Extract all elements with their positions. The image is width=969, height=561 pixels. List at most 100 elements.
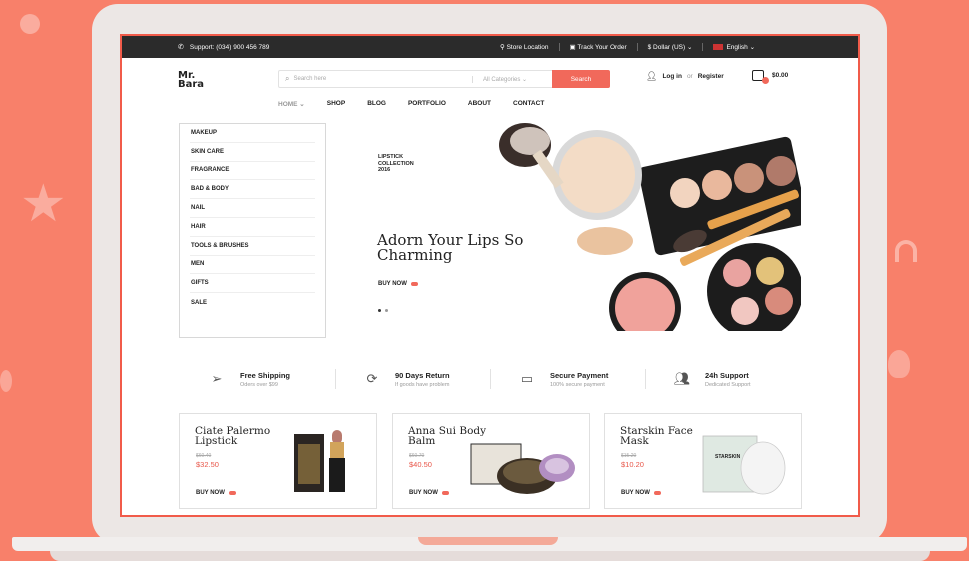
old-price: $60.40 bbox=[196, 453, 212, 459]
buy-now-label: BUY NOW bbox=[621, 490, 650, 496]
feature-sub: Dedicated Support bbox=[705, 381, 751, 388]
currency-label: $ Dollar (US) bbox=[647, 44, 686, 51]
category-item[interactable]: MEN bbox=[190, 256, 315, 275]
category-item[interactable]: SKIN CARE bbox=[190, 143, 315, 162]
nav-about[interactable]: ABOUT bbox=[468, 100, 491, 108]
slider-dot[interactable] bbox=[385, 309, 388, 312]
body-balm-image bbox=[470, 443, 575, 494]
support-phone[interactable]: Support: (034) 900 456 789 bbox=[190, 44, 270, 51]
feature-free-shipping: ➢ Free Shipping Oders over $99 bbox=[180, 364, 335, 394]
search-input[interactable]: Search here bbox=[293, 76, 472, 82]
login-link[interactable]: Log in bbox=[662, 73, 682, 80]
cart-total: $0.00 bbox=[772, 72, 789, 79]
product-price: $10.20 bbox=[621, 460, 644, 469]
arrow-pill-icon bbox=[410, 282, 418, 286]
feature-support: 👥︎ 24h Support Dedicated Support bbox=[645, 364, 800, 394]
store-location-link[interactable]: ⚲ Store Location bbox=[500, 43, 549, 51]
site-logo[interactable]: Mr. Bara bbox=[178, 71, 205, 90]
product-title-line: Lipstick bbox=[195, 435, 238, 447]
or-label: or bbox=[686, 73, 693, 80]
buy-now-label: BUY NOW bbox=[409, 490, 438, 496]
category-sidebar: MAKEUP SKIN CARE FRAGRANCE BAD & BODY NA… bbox=[179, 123, 326, 338]
buy-now-button[interactable]: BUY NOW bbox=[196, 490, 236, 496]
cart-button[interactable]: $0.00 bbox=[752, 70, 789, 84]
refresh-icon: ⟳ bbox=[366, 371, 378, 386]
nav-contact[interactable]: CONTACT bbox=[513, 100, 544, 108]
shopping-bag-icon bbox=[752, 70, 769, 84]
store-location-label: Store Location bbox=[506, 44, 549, 51]
register-link[interactable]: Register bbox=[698, 73, 724, 80]
old-price: $60.70 bbox=[409, 453, 425, 459]
top-bar: ✆ Support: (034) 900 456 789 ⚲ Store Loc… bbox=[122, 36, 858, 58]
hero-small-line: 2016 bbox=[378, 167, 391, 173]
feature-returns: ⟳ 90 Days Return If goods have problem bbox=[335, 364, 490, 394]
product-price: $32.50 bbox=[196, 460, 219, 469]
bg-arch bbox=[895, 240, 917, 262]
phone-icon: ✆ bbox=[178, 44, 184, 51]
track-order-link[interactable]: ▣ Track Your Order bbox=[570, 43, 627, 51]
features-strip: ➢ Free Shipping Oders over $99 ⟳ 90 Days … bbox=[180, 364, 800, 394]
cart-count-badge bbox=[762, 77, 769, 84]
bg-dot bbox=[20, 14, 40, 34]
mask-brand-label: STARSKIN bbox=[715, 454, 741, 460]
chevron-down-icon: ⌄ bbox=[687, 44, 693, 51]
slider-dot[interactable] bbox=[378, 309, 381, 312]
category-item[interactable]: TOOLS & BRUSHES bbox=[190, 237, 315, 256]
hero-collection-label: LIPSTICK COLLECTION 2016 bbox=[378, 154, 438, 174]
category-item[interactable]: GIFTS bbox=[190, 274, 315, 294]
nav-portfolio[interactable]: PORTFOLIO bbox=[408, 100, 446, 108]
nav-shop[interactable]: SHOP bbox=[327, 100, 345, 108]
product-card[interactable]: Starskin Face Mask $15.20 $10.20 BUY NOW … bbox=[604, 413, 802, 509]
arrow-pill-icon bbox=[653, 491, 661, 495]
feature-title: Secure Payment bbox=[550, 370, 609, 380]
nav-home-label: HOME bbox=[278, 101, 298, 108]
users-icon: 👥︎ bbox=[673, 371, 691, 386]
old-price: $15.20 bbox=[621, 453, 637, 459]
bg-blob bbox=[888, 350, 910, 378]
nav-home[interactable]: HOME ⌄ bbox=[278, 100, 305, 108]
chevron-down-icon: ⌄ bbox=[749, 44, 756, 51]
paper-plane-icon: ➢ bbox=[211, 371, 223, 386]
product-card[interactable]: Ciate Palermo Lipstick $60.40 $32.50 BUY … bbox=[179, 413, 377, 509]
product-price: $40.50 bbox=[409, 460, 432, 469]
category-item[interactable]: MAKEUP bbox=[190, 124, 315, 143]
account-links: 👤︎ Log in or Register bbox=[646, 71, 724, 82]
category-item[interactable]: HAIR bbox=[190, 218, 315, 237]
uk-flag-icon bbox=[713, 44, 724, 51]
currency-select[interactable]: $ Dollar (US) ⌄ bbox=[648, 43, 693, 51]
face-mask-image bbox=[702, 435, 786, 495]
search-bar: ⌕ Search here All Categories ⌄ Search bbox=[278, 70, 610, 88]
category-item[interactable]: FRAGRANCE bbox=[190, 162, 315, 181]
search-button[interactable]: Search bbox=[552, 70, 610, 88]
divider bbox=[558, 43, 560, 51]
feature-title: 24h Support bbox=[705, 370, 749, 380]
category-item[interactable]: BAD & BODY bbox=[190, 180, 315, 200]
hero-cosmetics-image bbox=[499, 123, 801, 331]
feature-title: 90 Days Return bbox=[395, 370, 450, 380]
slider-dots bbox=[378, 309, 388, 312]
divider bbox=[636, 43, 638, 51]
logo-line2: Bara bbox=[178, 79, 205, 90]
bg-star-icon: ★ bbox=[20, 175, 67, 233]
feature-title: Free Shipping bbox=[240, 370, 291, 380]
credit-card-icon: ▭ bbox=[520, 371, 534, 386]
feature-secure-payment: ▭ Secure Payment 100% secure payment bbox=[490, 364, 645, 394]
truck-icon: ▣ bbox=[569, 44, 576, 51]
category-select[interactable]: All Categories ⌄ bbox=[472, 75, 552, 83]
buy-now-label: BUY NOW bbox=[196, 490, 225, 496]
hero-buy-now-label: BUY NOW bbox=[378, 281, 407, 287]
product-card[interactable]: Anna Sui Body Balm $60.70 $40.50 BUY NOW bbox=[392, 413, 590, 509]
buy-now-button[interactable]: BUY NOW bbox=[621, 490, 661, 496]
feature-sub: Oders over $99 bbox=[240, 381, 278, 388]
search-icon: ⌕ bbox=[285, 74, 290, 83]
hero-buy-now-button[interactable]: BUY NOW bbox=[378, 281, 418, 287]
buy-now-button[interactable]: BUY NOW bbox=[409, 490, 449, 496]
category-item[interactable]: NAIL bbox=[190, 199, 315, 218]
bg-dot bbox=[0, 370, 12, 392]
arrow-pill-icon bbox=[441, 491, 449, 495]
language-label: English bbox=[726, 44, 748, 51]
category-item[interactable]: SALE bbox=[190, 293, 315, 312]
lipstick-image bbox=[294, 430, 345, 492]
nav-blog[interactable]: BLOG bbox=[367, 100, 386, 108]
language-select[interactable]: English ⌄ bbox=[713, 43, 755, 51]
